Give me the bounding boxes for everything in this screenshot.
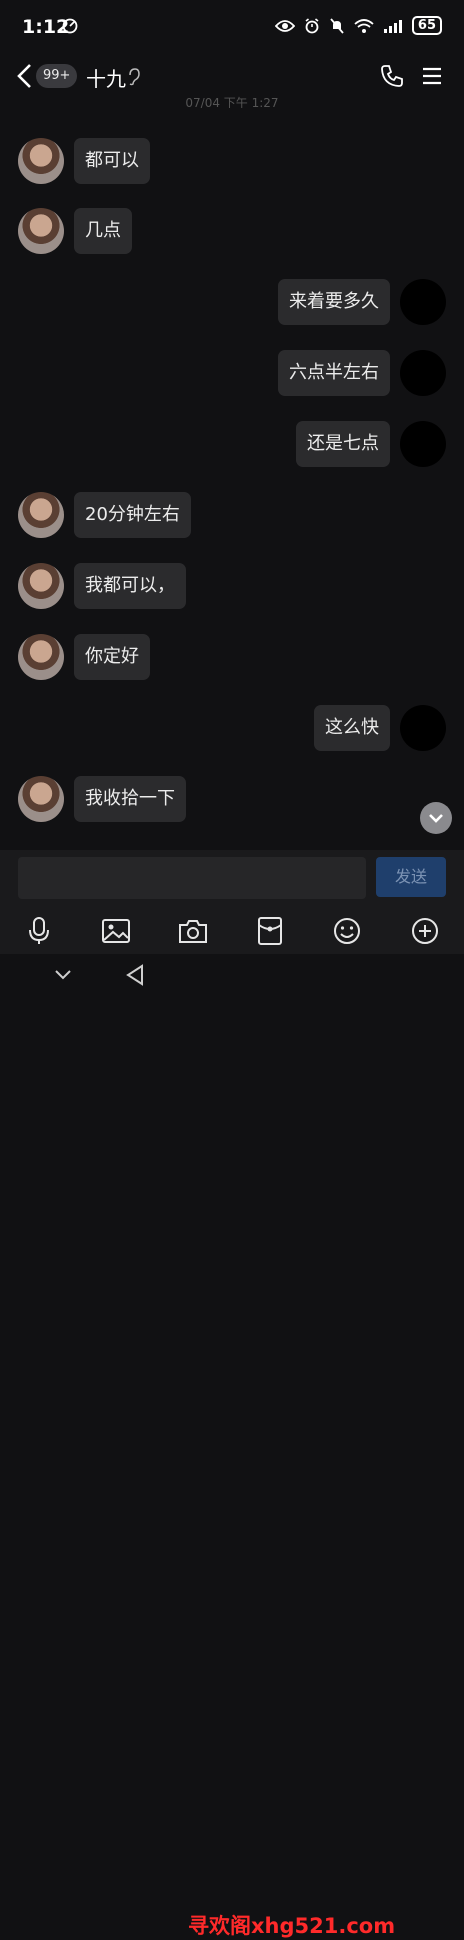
contact-avatar[interactable]: [18, 634, 64, 680]
emoji-icon[interactable]: [332, 916, 362, 946]
earpiece-mode-icon: [129, 68, 140, 86]
eye-icon: [274, 19, 295, 32]
message-timestamp: 07/04 下午 1:27: [185, 96, 279, 108]
speed-indicator-icon: [62, 18, 78, 34]
message-bubble[interactable]: 我收拾一下: [74, 776, 186, 822]
message-composer: 发送: [0, 850, 464, 906]
nav-collapse-icon[interactable]: [54, 968, 72, 982]
status-icons: 65: [274, 16, 442, 35]
message-bubble[interactable]: 我都可以，: [74, 563, 186, 609]
user-avatar[interactable]: [400, 350, 446, 396]
back-arrow-icon[interactable]: [14, 62, 34, 90]
menu-icon[interactable]: [422, 66, 442, 86]
contact-name[interactable]: 十九: [86, 63, 126, 92]
system-navigation-bar: 寻欢阁xhg521.com: [0, 954, 464, 1938]
unread-count-badge[interactable]: 99+: [36, 64, 78, 88]
phone-call-icon[interactable]: [380, 64, 404, 88]
send-button[interactable]: 发送: [376, 857, 446, 897]
status-bar: 1:12 65: [0, 0, 464, 52]
contact-avatar[interactable]: [18, 208, 64, 254]
wifi-icon: [354, 18, 374, 33]
message-input[interactable]: [18, 857, 366, 899]
message-bubble[interactable]: 几点: [74, 208, 132, 254]
microphone-icon[interactable]: [24, 916, 54, 946]
contact-avatar[interactable]: [18, 138, 64, 184]
image-icon[interactable]: [101, 916, 131, 946]
scroll-to-bottom-button[interactable]: [420, 802, 452, 834]
message-bubble[interactable]: 20分钟左右: [74, 492, 191, 538]
watermark-text: 寻欢阁xhg521.com: [188, 1914, 396, 1938]
battery-indicator: 65: [411, 16, 442, 35]
message-row: 来着要多久: [0, 277, 464, 327]
contact-avatar[interactable]: [18, 563, 64, 609]
message-row: 你定好: [0, 632, 464, 682]
message-bubble[interactable]: 你定好: [74, 634, 150, 680]
message-bubble[interactable]: 这么快: [314, 705, 390, 751]
red-packet-icon[interactable]: [255, 916, 285, 946]
message-row: 我收拾一下: [0, 774, 464, 824]
user-avatar[interactable]: [400, 279, 446, 325]
message-bubble[interactable]: 来着要多久: [278, 279, 390, 325]
message-row: 还是七点: [0, 419, 464, 469]
nav-back-icon[interactable]: [126, 964, 144, 986]
alarm-icon: [305, 17, 319, 33]
contact-avatar[interactable]: [18, 492, 64, 538]
plus-icon[interactable]: [410, 916, 440, 946]
message-row: 这么快: [0, 703, 464, 753]
message-row: 几点: [0, 206, 464, 256]
message-bubble[interactable]: 六点半左右: [278, 350, 390, 396]
signal-icon: [383, 19, 402, 33]
message-row: 我都可以，: [0, 561, 464, 611]
camera-icon[interactable]: [178, 916, 208, 946]
user-avatar[interactable]: [400, 705, 446, 751]
input-toolbar: [0, 906, 464, 954]
message-row: 20分钟左右: [0, 490, 464, 540]
message-row: 都可以: [0, 136, 464, 186]
message-bubble[interactable]: 都可以: [74, 138, 150, 184]
contact-avatar[interactable]: [18, 776, 64, 822]
message-bubble[interactable]: 还是七点: [296, 421, 390, 467]
mute-bell-icon: [330, 17, 344, 34]
user-avatar[interactable]: [400, 421, 446, 467]
chevron-down-icon: [429, 814, 443, 823]
message-row: 六点半左右: [0, 348, 464, 398]
